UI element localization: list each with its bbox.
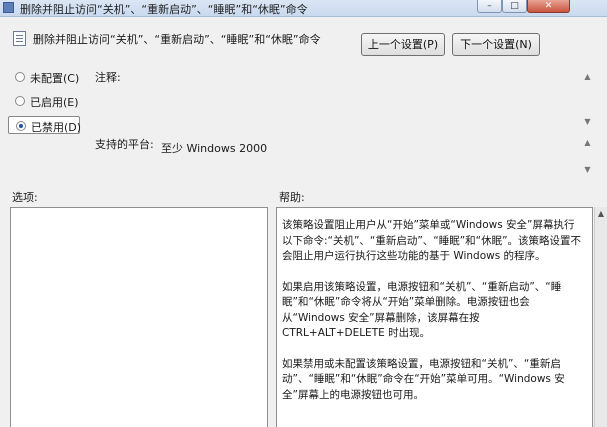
radio-label: 已禁用(D) — [31, 121, 82, 134]
comment-textbox[interactable]: ▲ ▼ — [157, 70, 594, 128]
radio-button-icon[interactable] — [15, 72, 25, 82]
radio-label: 已启用(E) — [30, 96, 79, 109]
radio-disabled[interactable]: 已禁用(D) — [8, 116, 82, 134]
options-panel — [10, 207, 268, 427]
next-setting-button[interactable]: 下一个设置(N) — [452, 33, 540, 56]
scroll-up-icon[interactable]: ▲ — [583, 138, 592, 147]
scroll-up-icon[interactable]: ▲ — [583, 72, 592, 81]
window-title: 删除并阻止访问“关机”、“重新启动”、“睡眠”和“休眠”命令 — [20, 3, 308, 16]
scroll-down-icon[interactable]: ▼ — [583, 117, 592, 126]
state-radio-group: 未配置(C) 已启用(E) 已禁用(D) — [8, 66, 82, 138]
help-paragraph: 该策略设置阻止用户从“开始”菜单或“Windows 安全”屏幕执行以下命令:“关… — [282, 219, 582, 262]
policy-name: 删除并阻止访问“关机”、“重新启动”、“睡眠”和“休眠”命令 — [33, 33, 321, 46]
previous-setting-button[interactable]: 上一个设置(P) — [361, 33, 445, 56]
scroll-up-icon[interactable]: ▲ — [596, 209, 606, 219]
scroll-down-icon[interactable]: ▼ — [583, 165, 592, 174]
close-button[interactable]: ✕ — [527, 0, 570, 13]
radio-enabled[interactable]: 已启用(E) — [8, 92, 80, 110]
platform-label: 支持的平台: — [95, 138, 154, 151]
options-label: 选项: — [12, 191, 38, 204]
help-paragraph: 如果启用该策略设置，电源按钮和“关机”、“重新启动”、“睡眠”和“休眠”命令将从… — [282, 280, 562, 340]
title-bar: 删除并阻止访问“关机”、“重新启动”、“睡眠”和“休眠”命令 – □ ✕ — [0, 0, 607, 17]
radio-not-configured[interactable]: 未配置(C) — [8, 68, 80, 86]
help-scrollbar[interactable]: ▲ — [594, 207, 607, 427]
supported-platforms-box: 至少 Windows 2000 ▲ ▼ — [157, 136, 594, 176]
policy-setting-icon — [13, 31, 26, 46]
help-label: 帮助: — [279, 191, 305, 204]
platform-value: 至少 Windows 2000 — [161, 142, 268, 155]
help-text: 该策略设置阻止用户从“开始”菜单或“Windows 安全”屏幕执行以下命令:“关… — [282, 218, 582, 418]
help-paragraph: 如果禁用或未配置该策略设置，电源按钮和“关机”、“重新启动”、“睡眠”和“休眠”… — [282, 357, 565, 401]
maximize-button[interactable]: □ — [502, 0, 527, 13]
help-panel: 该策略设置阻止用户从“开始”菜单或“Windows 安全”屏幕执行以下命令:“关… — [276, 207, 593, 427]
radio-button-icon[interactable] — [15, 96, 25, 106]
radio-button-selected-icon[interactable] — [16, 121, 26, 131]
comment-label: 注释: — [95, 71, 121, 84]
radio-label: 未配置(C) — [30, 72, 80, 85]
policy-window-icon — [3, 2, 14, 13]
minimize-button[interactable]: – — [477, 0, 502, 13]
